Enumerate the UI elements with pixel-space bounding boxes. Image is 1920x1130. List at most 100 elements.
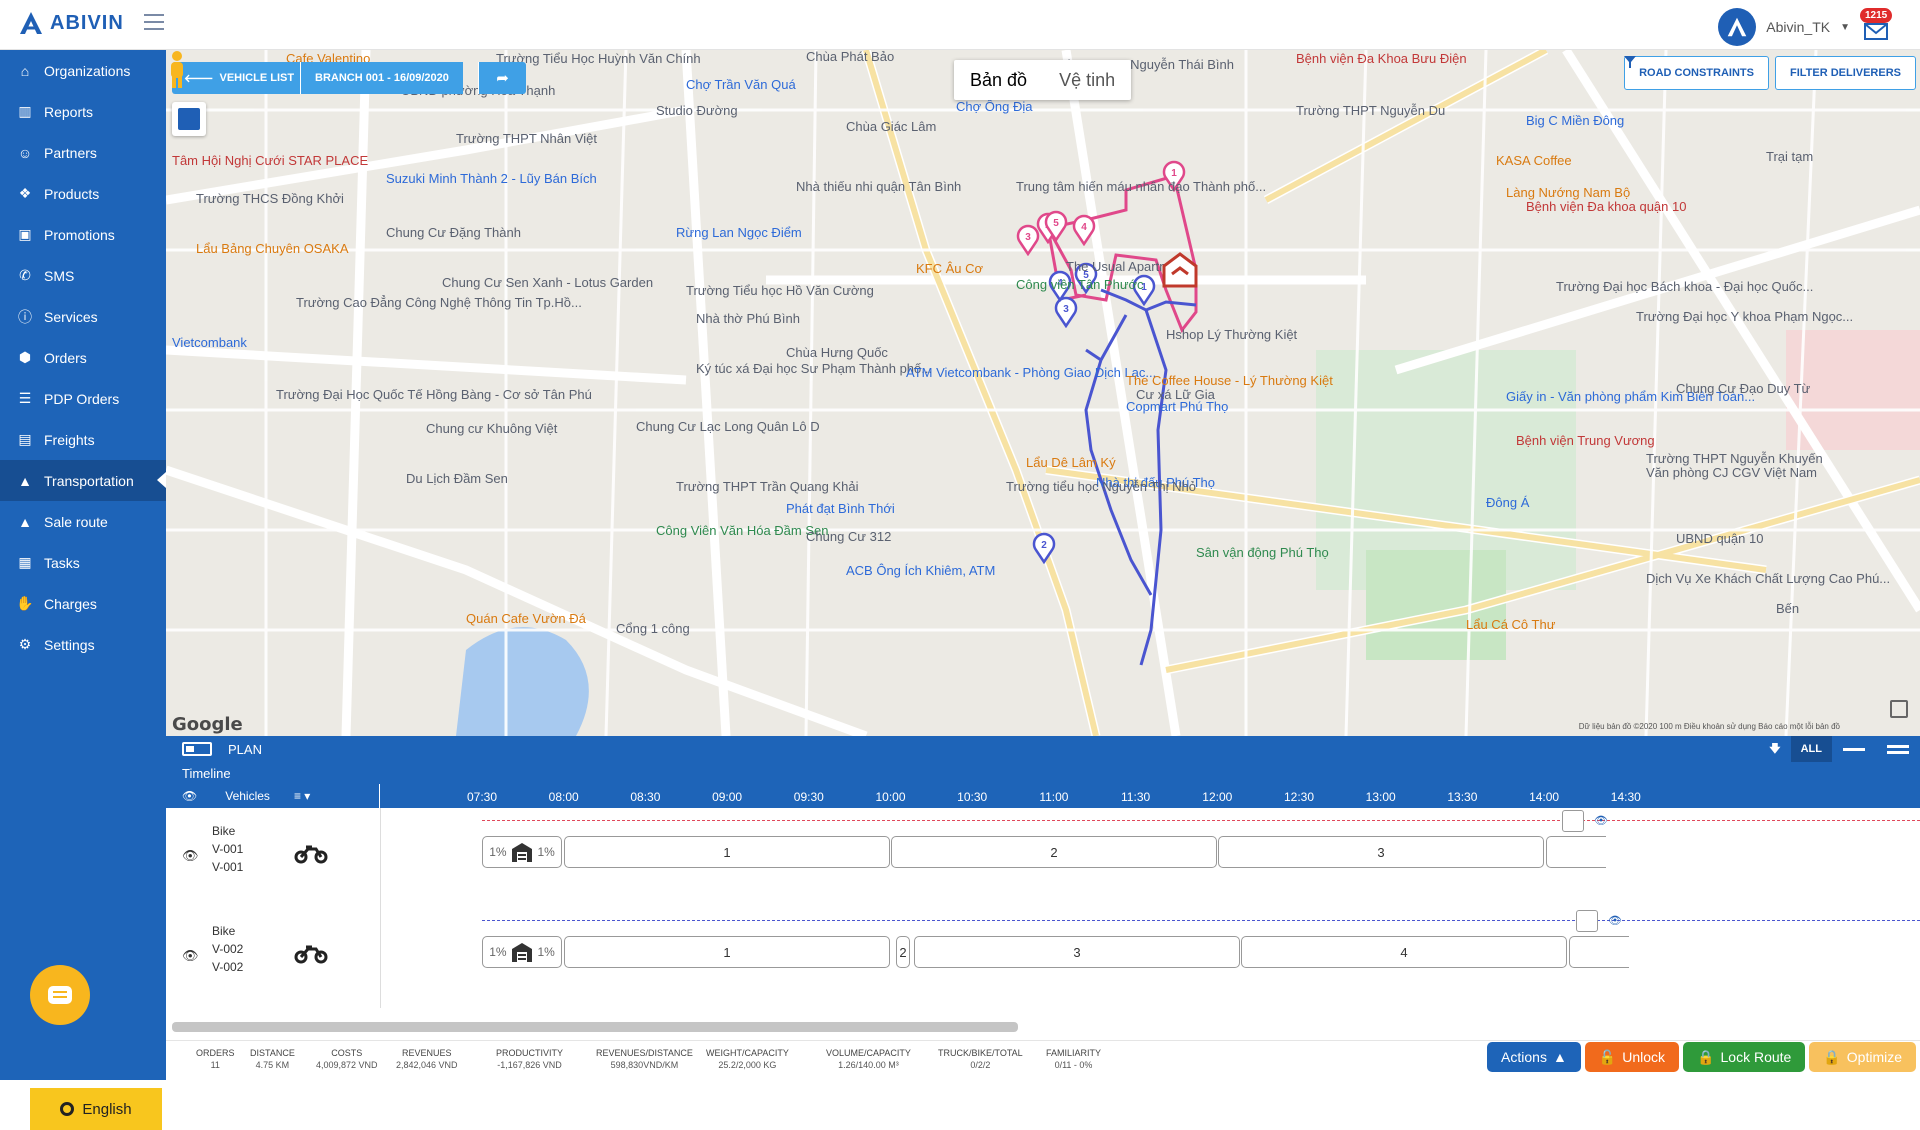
depot-load-block[interactable]: 1% 1% bbox=[482, 836, 562, 868]
language-button[interactable]: English bbox=[30, 1088, 162, 1130]
driver-avatar-icon[interactable] bbox=[1562, 810, 1584, 832]
vehicle-list-button[interactable]: 🡐 VEHICLE LIST bbox=[172, 62, 307, 94]
eye-icon[interactable]: 👁 bbox=[182, 848, 199, 864]
panel-toggle-icon[interactable] bbox=[182, 742, 212, 756]
trip-block[interactable]: 3 bbox=[914, 936, 1240, 968]
map-place-label[interactable]: Trường THPT Nguyễn Du bbox=[1296, 104, 1445, 118]
map-place-label[interactable]: Chung Cư Lạc Long Quân Lô D bbox=[636, 420, 820, 434]
sidebar-item-transportation[interactable]: ▲ Transportation bbox=[0, 460, 166, 501]
map-place-label[interactable]: Sân vận động Phú Thọ bbox=[1196, 546, 1329, 560]
map-place-label[interactable]: Bệnh viện Đa Khoa Bưu Điện bbox=[1296, 52, 1467, 66]
depot-home-icon[interactable] bbox=[1160, 250, 1200, 292]
sort-icon[interactable]: ≡ ▾ bbox=[294, 789, 310, 803]
map-type-satellite[interactable]: Vệ tinh bbox=[1043, 60, 1131, 100]
branch-selector-button[interactable]: BRANCH 001 - 16/09/2020 bbox=[300, 62, 463, 94]
fullscreen-icon[interactable] bbox=[1890, 700, 1908, 718]
sidebar-item-promotions[interactable]: ▣ Promotions bbox=[0, 214, 166, 255]
eye-icon[interactable]: 👁 bbox=[182, 948, 199, 964]
map-place-label[interactable]: Chợ Trần Văn Quá bbox=[686, 78, 796, 92]
map-place-label[interactable]: Trường Tiểu học Hồ Văn Cường bbox=[686, 284, 874, 298]
map-place-label[interactable]: KFC Âu Cơ bbox=[916, 262, 983, 276]
filter-deliverers-button[interactable]: FILTER DELIVERERS bbox=[1624, 56, 1916, 90]
sidebar-item-pdp-orders[interactable]: ☰ PDP Orders bbox=[0, 378, 166, 419]
map-place-label[interactable]: Trường THPT Nhân Việt bbox=[456, 132, 597, 146]
route-map[interactable]: 1234512345 Cafe ValentinoTrường Tiểu Học… bbox=[166, 50, 1920, 736]
map-place-label[interactable]: Văn phòng CJ CGV Việt Nam bbox=[1646, 466, 1817, 480]
map-place-label[interactable]: Công Viên Văn Hóa Đầm Sen bbox=[656, 524, 828, 538]
map-place-label[interactable]: Studio Đường bbox=[656, 104, 738, 118]
all-button[interactable]: ALL bbox=[1790, 736, 1832, 762]
map-type-roadmap[interactable]: Bản đồ bbox=[954, 60, 1043, 100]
map-place-label[interactable]: Lẩu Bảng Chuyên OSAKA bbox=[196, 242, 349, 256]
map-place-label[interactable]: Đông Á bbox=[1486, 496, 1529, 510]
map-place-label[interactable]: Trường Đại học Bách khoa - Đại học Quốc.… bbox=[1556, 280, 1813, 294]
sidebar-item-charges[interactable]: ✋ Charges bbox=[0, 583, 166, 624]
collapse-icon[interactable] bbox=[1832, 736, 1876, 762]
map-place-label[interactable]: Dịch Vụ Xe Khách Chất Lượng Cao Phú... bbox=[1646, 572, 1890, 586]
map-place-label[interactable]: Ký túc xá Đại học Sư Phạm Thành phố... bbox=[696, 362, 932, 376]
map-place-label[interactable]: The Coffee House - Lý Thường Kiệt bbox=[1126, 374, 1333, 388]
map-place-label[interactable]: Rừng Lan Ngọc Điểm bbox=[676, 226, 802, 240]
map-place-label[interactable]: Chung Cư 312 bbox=[806, 530, 891, 544]
map-place-label[interactable]: Vietcombank bbox=[172, 336, 247, 350]
avatar[interactable] bbox=[1718, 8, 1757, 46]
sidebar-item-products[interactable]: ❖ Products bbox=[0, 173, 166, 214]
sidebar-item-orders[interactable]: ⬢ Orders bbox=[0, 337, 166, 378]
sidebar-item-sms[interactable]: ✆ SMS bbox=[0, 255, 166, 296]
map-credit[interactable]: Dữ liệu bản đồ ©2020 100 m Điều khoản sử… bbox=[1579, 722, 1840, 731]
map-place-label[interactable]: Chùa Phát Bảo bbox=[806, 50, 894, 64]
route-stop-marker-pink[interactable]: 3 bbox=[1015, 224, 1041, 256]
sidebar-item-freights[interactable]: ▤ Freights bbox=[0, 419, 166, 460]
map-place-label[interactable]: Trường tiểu học Nguyễn Thị Nhỏ bbox=[1006, 480, 1196, 494]
unlock-button[interactable]: 🔓 Unlock bbox=[1584, 1042, 1680, 1072]
trip-block[interactable]: 3 bbox=[1218, 836, 1544, 868]
menu-toggle-icon[interactable] bbox=[144, 14, 164, 30]
map-place-label[interactable]: UBND quận 10 bbox=[1676, 532, 1763, 546]
notification-bell[interactable]: 1215 bbox=[1860, 8, 1893, 42]
eye-icon[interactable]: 👁 bbox=[1594, 814, 1608, 827]
map-place-label[interactable]: Chung Cư Đặng Thành bbox=[386, 226, 521, 240]
route-stop-marker-pink[interactable]: 5 bbox=[1043, 210, 1069, 242]
map-place-label[interactable]: Trại tạm bbox=[1766, 150, 1813, 164]
brand-logo[interactable]: ABIVIN bbox=[18, 10, 124, 36]
trip-block[interactable]: 4 bbox=[1241, 936, 1567, 968]
map-place-label[interactable]: Copmart Phú Thọ bbox=[1126, 400, 1228, 414]
depot-load-block[interactable]: 1% 1% bbox=[482, 936, 562, 968]
map-place-label[interactable]: Trường THPT Nguyễn Khuyến bbox=[1646, 452, 1823, 466]
map-place-label[interactable]: Nhà thờ Phú Bình bbox=[696, 312, 800, 326]
map-place-label[interactable]: Tâm Hội Nghị Cưới STAR PLACE bbox=[172, 154, 368, 168]
chevron-down-icon[interactable]: ▼ bbox=[1840, 22, 1850, 33]
route-stop-marker-pink[interactable]: 4 bbox=[1071, 214, 1097, 246]
map-place-label[interactable]: Trường THPT Trần Quang Khải bbox=[676, 480, 858, 494]
lock-route-button[interactable]: 🔒 Lock Route bbox=[1683, 1042, 1806, 1072]
sidebar-item-tasks[interactable]: ▦ Tasks bbox=[0, 542, 166, 583]
sidebar-item-organizations[interactable]: ⌂ Organizations bbox=[0, 50, 166, 91]
map-place-label[interactable]: Chung Cư Đạo Duy Từ bbox=[1676, 382, 1810, 396]
trip-block[interactable]: 1 bbox=[564, 936, 890, 968]
trip-block-partial[interactable] bbox=[1546, 836, 1606, 868]
layer-toggle-button[interactable] bbox=[172, 102, 206, 136]
download-icon[interactable]: 🡇 bbox=[1759, 736, 1790, 762]
map-place-label[interactable]: Hshop Lý Thường Kiệt bbox=[1166, 328, 1297, 342]
user-name[interactable]: Abivin_TK bbox=[1766, 19, 1830, 35]
route-stop-marker-blue[interactable]: 2 bbox=[1031, 532, 1057, 564]
map-place-label[interactable]: Lẩu Dê Lâm Ký bbox=[1026, 456, 1116, 470]
map-place-label[interactable]: Chung cư Khuông Việt bbox=[426, 422, 557, 436]
map-place-label[interactable]: Công viên Tân Phước bbox=[1016, 278, 1144, 292]
road-constraints-button[interactable]: ROAD CONSTRAINTS bbox=[1624, 56, 1769, 90]
sidebar-item-sale-route[interactable]: ▲ Sale route bbox=[0, 501, 166, 542]
map-place-label[interactable]: Cổng 1 công bbox=[616, 622, 690, 636]
trip-block[interactable]: 2 bbox=[891, 836, 1217, 868]
map-place-label[interactable]: Trường Đại học Y khoa Phạm Ngọc... bbox=[1636, 310, 1853, 324]
map-place-label[interactable]: Trường Đại Học Quốc Tế Hồng Bàng - Cơ sở… bbox=[276, 388, 592, 402]
map-place-label[interactable]: Trường THCS Đồng Khởi bbox=[196, 192, 344, 206]
map-place-label[interactable]: Trường Tiểu Học Huỳnh Văn Chính bbox=[496, 52, 701, 66]
eye-icon[interactable]: 👁 bbox=[182, 789, 197, 803]
map-place-label[interactable]: Trung tâm hiến máu nhân đạo Thành phố... bbox=[1016, 180, 1266, 194]
sidebar-item-settings[interactable]: ⚙ Settings bbox=[0, 624, 166, 665]
map-place-label[interactable]: Trường Cao Đẳng Công Nghệ Thông Tin Tp.H… bbox=[296, 296, 582, 310]
optimize-button[interactable]: 🔒 Optimize bbox=[1809, 1042, 1916, 1072]
map-place-label[interactable]: Chùa Hưng Quốc bbox=[786, 346, 888, 360]
map-place-label[interactable]: Bệnh viện Trung Vương bbox=[1516, 434, 1655, 448]
map-place-label[interactable]: Chợ Ông Địa bbox=[956, 100, 1032, 114]
